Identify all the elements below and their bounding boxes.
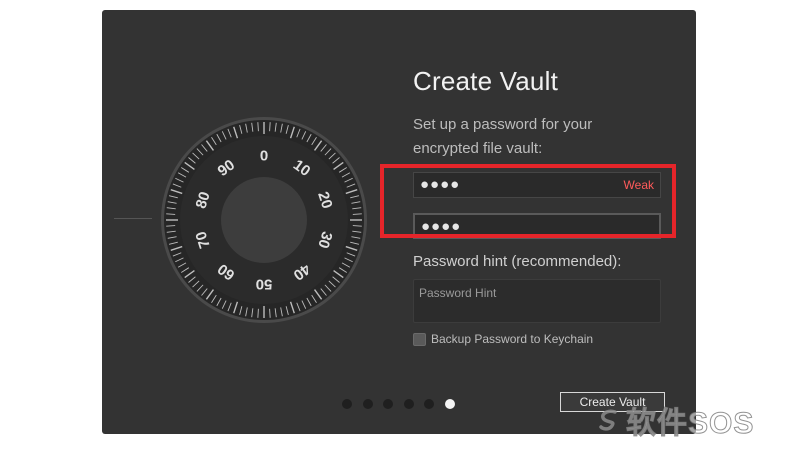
page-dot-active[interactable] [444,399,455,409]
dial-tick [257,122,259,132]
dial-tick [166,213,176,215]
instructions-text: Set up a password for your encrypted fil… [413,116,593,157]
page-indicator [342,399,466,409]
page-dot[interactable] [342,399,352,409]
create-vault-window: 0 10 20 30 40 50 60 70 80 90 Create Vault Set up … [102,10,696,434]
sos-swirl-icon [599,409,617,431]
watermark: 软件SOS [596,398,754,442]
page-dot[interactable] [383,399,394,409]
keychain-checkbox[interactable] [413,332,426,346]
page-title: Create Vault [413,66,558,96]
keychain-backup-option[interactable]: Backup Password to Keychain [413,332,593,346]
dial-tick [269,122,271,132]
password-hint-placeholder: Password Hint [419,286,497,300]
password-strength-badge: Weak [623,178,654,192]
confirm-password-field[interactable]: ●●●● [413,213,661,239]
combination-lock-dial-icon: 0102030405060708090 [161,117,367,323]
password-masked-value: ●●●● [420,176,461,193]
page-dot[interactable] [362,399,373,409]
confirm-password-masked-value: ●●●● [421,218,462,235]
password-hint-label: Password hint (recommended): [413,253,622,270]
dial-number: 50 [256,276,273,293]
dial-tick [166,225,176,227]
password-field[interactable]: ●●●● Weak [413,172,661,198]
dial-number: 0 [260,148,268,165]
dial-tick [257,308,259,318]
divider-line [114,218,152,219]
keychain-checkbox-label: Backup Password to Keychain [431,332,594,346]
watermark-text: 软件SOS [625,407,755,441]
dial-tick [269,308,271,318]
password-hint-input[interactable]: Password Hint [413,279,661,323]
dial-tick [352,213,362,215]
page-dot[interactable] [424,399,435,409]
dial-tick [352,225,362,227]
page-dot[interactable] [403,399,414,409]
